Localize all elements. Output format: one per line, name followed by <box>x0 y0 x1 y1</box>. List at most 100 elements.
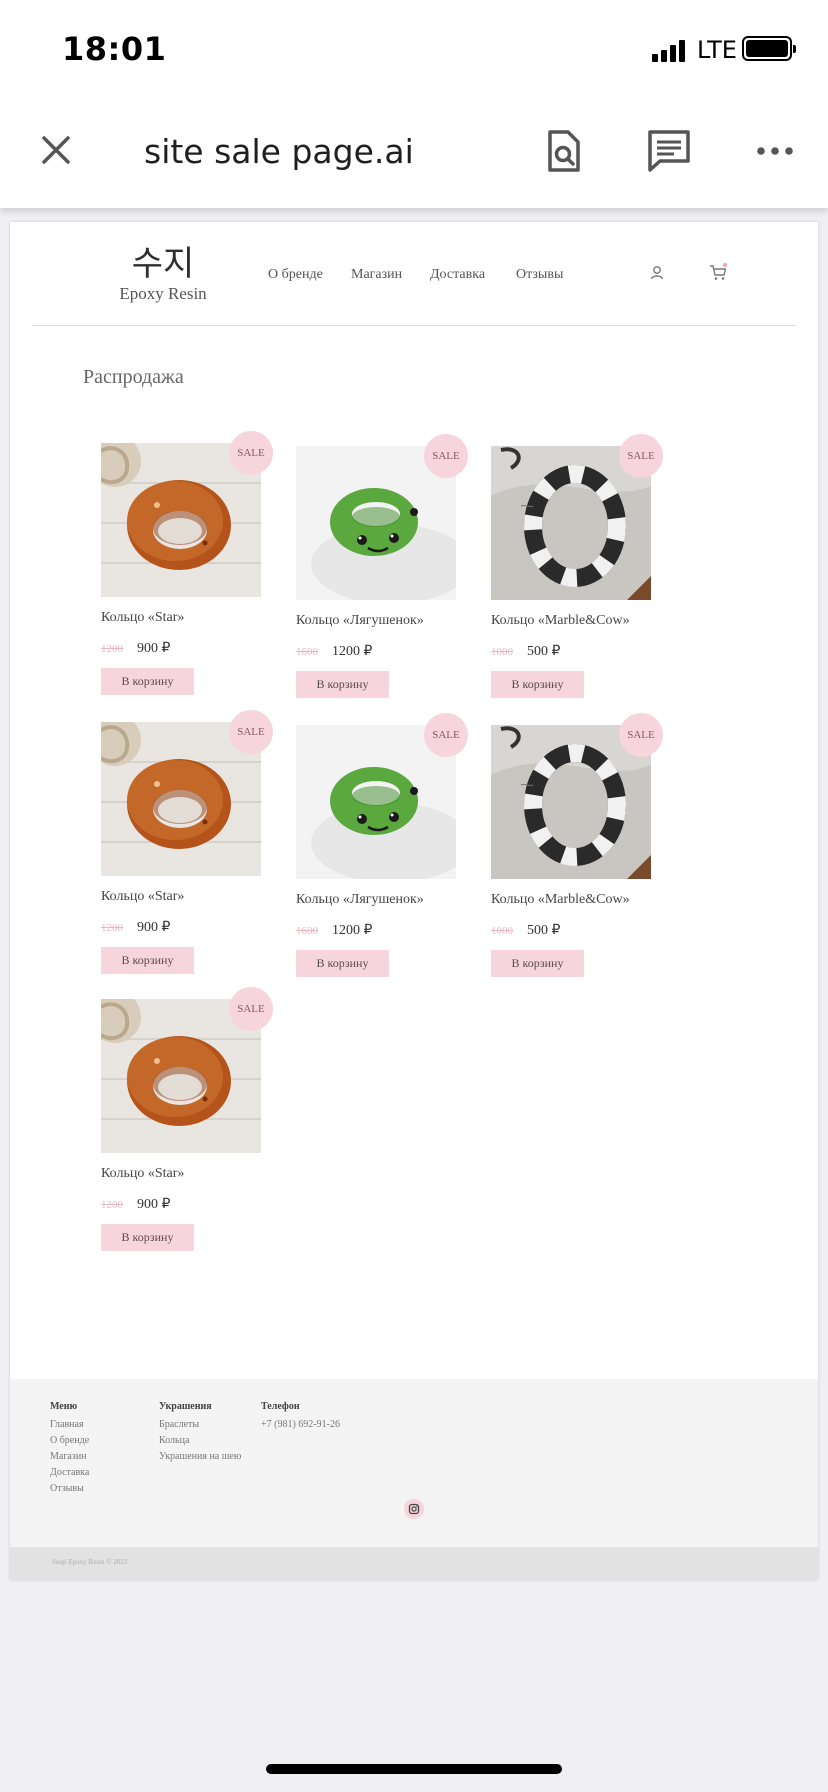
document-page: 수지 Epoxy Resin О бренде Магазин Доставка… <box>10 222 818 1580</box>
product-name[interactable]: Кольцо «Star» <box>101 1166 184 1182</box>
footer-phone: Телефон +7 (981) 692-91-26 <box>261 1399 340 1433</box>
home-indicator[interactable] <box>266 1764 562 1774</box>
comment-icon <box>648 130 690 172</box>
footer-link-shop[interactable]: Магазин <box>50 1449 89 1465</box>
price-row: 1000 500 ₽ <box>491 642 560 660</box>
price-row: 1000 500 ₽ <box>491 921 560 939</box>
add-to-cart-button[interactable]: В корзину <box>101 668 194 695</box>
footer-link-bracelets[interactable]: Браслеты <box>159 1417 241 1433</box>
footer-menu-title: Меню <box>50 1401 78 1412</box>
footer-link-rings[interactable]: Кольца <box>159 1433 241 1449</box>
site-header: 수지 Epoxy Resin О бренде Магазин Доставка… <box>10 222 818 327</box>
document-title: site sale page.ai <box>144 132 414 171</box>
sale-price: 500 ₽ <box>527 644 561 659</box>
nav-reviews[interactable]: Отзывы <box>516 267 563 283</box>
product-card[interactable]: SALE Кольцо «Marble&Cow» 1000 500 ₽ В ко… <box>491 713 663 985</box>
footer-phone-number[interactable]: +7 (981) 692-91-26 <box>261 1417 340 1433</box>
status-bar: 18:01 LTE <box>0 0 828 100</box>
product-name[interactable]: Кольцо «Marble&Cow» <box>491 613 630 629</box>
add-to-cart-button[interactable]: В корзину <box>491 671 584 698</box>
product-card[interactable]: SALE Кольцо «Лягушенок» 1600 1200 ₽ В ко… <box>296 434 468 706</box>
add-to-cart-button[interactable]: В корзину <box>296 671 389 698</box>
nav-about[interactable]: О бренде <box>268 267 323 283</box>
old-price: 1200 <box>101 643 123 655</box>
old-price: 1200 <box>101 922 123 934</box>
footer-jewelry-title: Украшения <box>159 1401 212 1412</box>
sale-price: 500 ₽ <box>527 923 561 938</box>
sale-price: 900 ₽ <box>137 1197 171 1212</box>
site-footer: Меню Главная О бренде Магазин Доставка О… <box>10 1379 818 1580</box>
old-price: 1000 <box>491 646 513 658</box>
product-card[interactable]: SALE Кольцо «Лягушенок» 1600 1200 ₽ В ко… <box>296 713 468 985</box>
price-row: 1200 900 ₽ <box>101 1195 170 1213</box>
price-row: 1600 1200 ₽ <box>296 642 372 660</box>
logo-subtitle: Epoxy Resin <box>119 284 207 303</box>
status-time: 18:01 <box>62 30 167 68</box>
price-row: 1200 900 ₽ <box>101 918 170 936</box>
sale-price: 900 ₽ <box>137 641 171 656</box>
sale-price: 1200 ₽ <box>332 644 373 659</box>
find-in-document-button[interactable] <box>540 128 586 174</box>
sale-badge: SALE <box>229 987 273 1031</box>
instagram-icon <box>408 1503 420 1515</box>
sale-badge: SALE <box>619 434 663 478</box>
product-name[interactable]: Кольцо «Лягушенок» <box>296 613 424 629</box>
logo-hangul: 수지 <box>131 244 195 284</box>
product-name[interactable]: Кольцо «Лягушенок» <box>296 892 424 908</box>
comments-button[interactable] <box>646 128 692 174</box>
product-card[interactable]: SALE Кольцо «Star» 1200 900 ₽ В корзину <box>101 987 273 1259</box>
footer-phone-title: Телефон <box>261 1401 300 1412</box>
section-title: Распродажа <box>83 366 184 388</box>
close-button[interactable] <box>36 130 76 170</box>
more-dots-icon <box>757 147 793 155</box>
nav-delivery[interactable]: Доставка <box>430 267 485 283</box>
nav-shop[interactable]: Магазин <box>351 267 402 283</box>
sale-badge: SALE <box>424 434 468 478</box>
old-price: 1200 <box>101 1199 123 1211</box>
sale-price: 900 ₽ <box>137 920 171 935</box>
old-price: 1600 <box>296 925 318 937</box>
more-options-button[interactable] <box>752 128 798 174</box>
footer-link-reviews[interactable]: Отзывы <box>50 1481 89 1497</box>
product-card[interactable]: SALE Кольцо «Star» 1200 900 ₽ В корзину <box>101 431 273 703</box>
old-price: 1000 <box>491 925 513 937</box>
copyright-text: Sooji Epoxy Resin © 2022 <box>52 1558 128 1566</box>
add-to-cart-button[interactable]: В корзину <box>101 947 194 974</box>
footer-link-necklaces[interactable]: Украшения на шею <box>159 1449 241 1465</box>
battery-icon <box>742 36 796 61</box>
cart-icon <box>710 262 728 280</box>
sale-badge: SALE <box>619 713 663 757</box>
user-icon <box>650 266 664 280</box>
instagram-button[interactable] <box>404 1499 424 1519</box>
footer-link-delivery[interactable]: Доставка <box>50 1465 89 1481</box>
sale-price: 1200 ₽ <box>332 923 373 938</box>
sale-badge: SALE <box>229 710 273 754</box>
add-to-cart-button[interactable]: В корзину <box>491 950 584 977</box>
add-to-cart-button[interactable]: В корзину <box>101 1224 194 1251</box>
sale-badge: SALE <box>229 431 273 475</box>
product-card[interactable]: SALE Кольцо «Marble&Cow» 1000 500 ₽ В ко… <box>491 434 663 706</box>
add-to-cart-button[interactable]: В корзину <box>296 950 389 977</box>
footer-menu: Меню Главная О бренде Магазин Доставка О… <box>50 1399 89 1497</box>
footer-link-about[interactable]: О бренде <box>50 1433 89 1449</box>
signal-icon <box>652 38 686 62</box>
old-price: 1600 <box>296 646 318 658</box>
document-search-icon <box>548 130 580 172</box>
brand-logo[interactable]: 수지 Epoxy Resin <box>98 244 228 304</box>
footer-link-home[interactable]: Главная <box>50 1417 89 1433</box>
product-card[interactable]: SALE Кольцо «Star» 1200 900 ₽ В корзину <box>101 710 273 982</box>
sale-badge: SALE <box>424 713 468 757</box>
product-name[interactable]: Кольцо «Marble&Cow» <box>491 892 630 908</box>
close-icon <box>42 136 70 164</box>
product-name[interactable]: Кольцо «Star» <box>101 889 184 905</box>
account-button[interactable] <box>648 264 666 282</box>
viewer-toolbar: site sale page.ai <box>0 100 828 208</box>
price-row: 1200 900 ₽ <box>101 639 170 657</box>
price-row: 1600 1200 ₽ <box>296 921 372 939</box>
copyright-bar: Sooji Epoxy Resin © 2022 <box>10 1547 818 1580</box>
header-divider <box>32 325 796 326</box>
network-label: LTE <box>697 36 737 64</box>
cart-button[interactable] <box>708 262 728 282</box>
product-name[interactable]: Кольцо «Star» <box>101 610 184 626</box>
footer-jewelry: Украшения Браслеты Кольца Украшения на ш… <box>159 1399 241 1465</box>
